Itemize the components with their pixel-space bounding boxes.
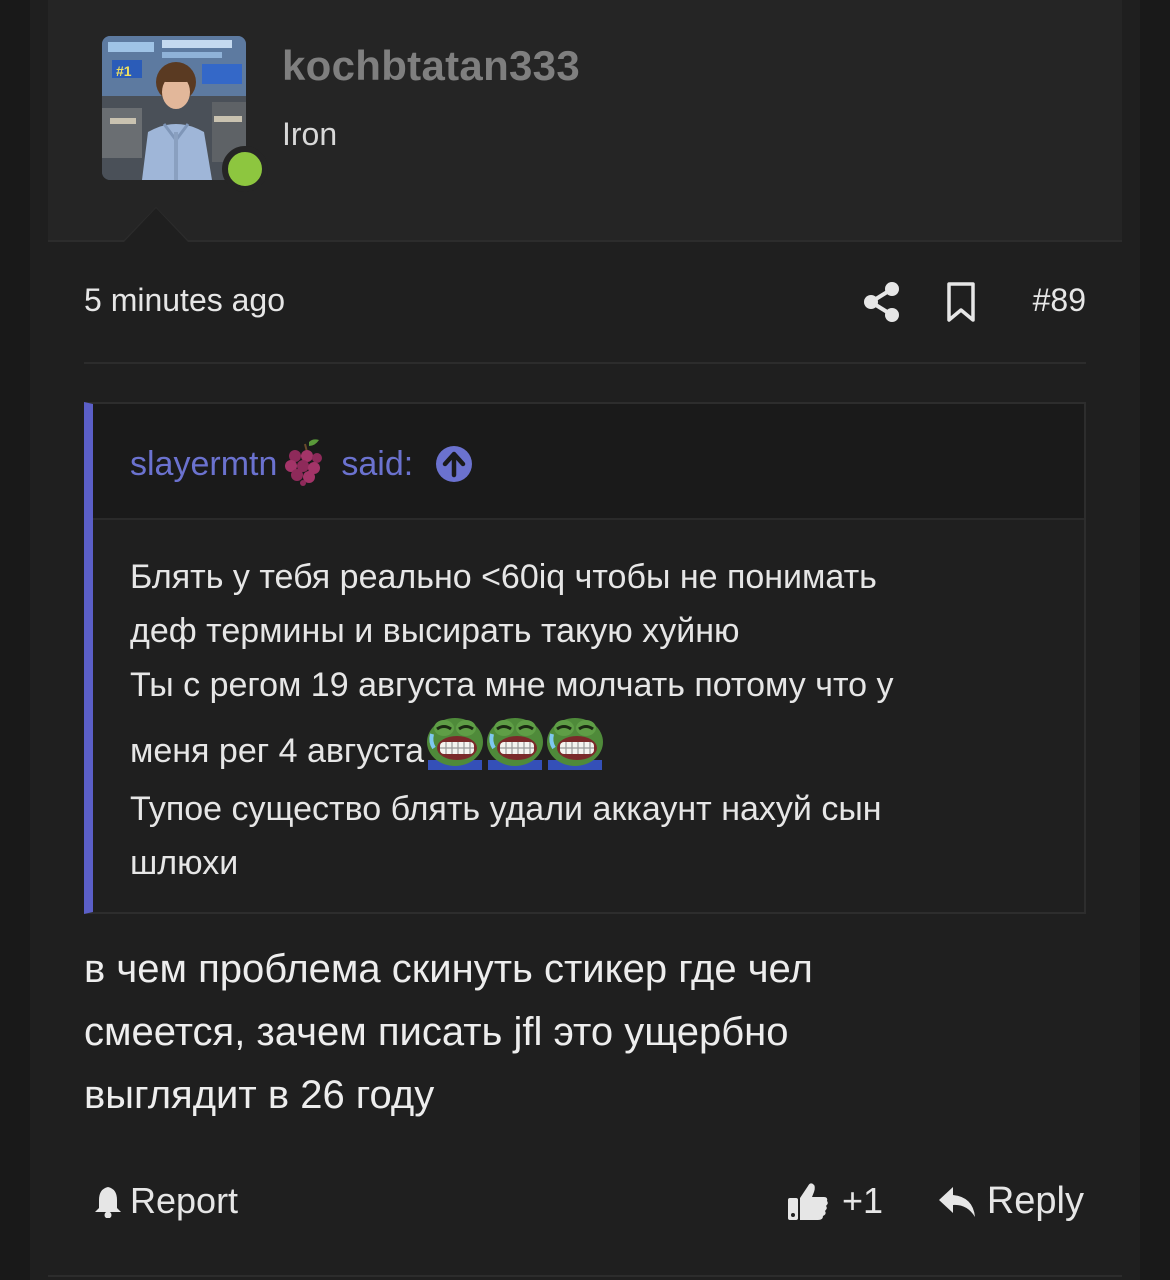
like-button[interactable]: +1 (786, 1180, 883, 1222)
quote-line: деф термины и высирать такую хуйню (130, 612, 740, 650)
quote-line: Ты с регом 19 августа мне молчать потому… (130, 666, 894, 704)
post-timestamp[interactable]: 5 minutes ago (84, 282, 285, 319)
quote-block: slayermtn said: Блять у тебя реально <60… (84, 402, 1086, 914)
like-count: +1 (842, 1180, 884, 1221)
report-button[interactable]: Report (92, 1180, 238, 1222)
arrow-up-circle-icon[interactable] (435, 445, 473, 483)
post-number-link[interactable]: #89 (1033, 282, 1086, 319)
report-label: Report (130, 1180, 239, 1221)
bell-icon (95, 1187, 121, 1218)
reply-label: Reply (986, 1180, 1084, 1222)
bookmark-icon[interactable] (946, 282, 976, 322)
pepe-laugh-icon (427, 718, 484, 770)
pepe-laugh-icon (547, 718, 604, 770)
quote-attribution: slayermtn said: (130, 439, 473, 486)
post-message: в чем проблема скинуть стикер где чел см… (84, 938, 1086, 1127)
message-line: в чем проблема скинуть стикер где чел (84, 947, 813, 991)
online-status-indicator (222, 146, 268, 192)
user-title: Iron (282, 116, 338, 152)
emoji-group (424, 712, 604, 770)
divider (48, 1275, 1122, 1277)
quote-line: Блять у тебя реально <60iq чтобы не пони… (130, 558, 877, 596)
svg-text:#1: #1 (116, 63, 132, 79)
pepe-laugh-icon (487, 718, 544, 770)
page: #1 kochbtatan333 Iron 5 minutes ago #89 … (0, 0, 1170, 1280)
quote-author-name[interactable]: slayermtn (130, 445, 277, 484)
grapes-icon (285, 439, 323, 486)
divider (84, 362, 1086, 364)
quote-line: шлюхи (130, 844, 239, 882)
user-block: #1 kochbtatan333 Iron (48, 0, 1122, 242)
quote-line: Тупое существо блять удали аккаунт нахуй… (130, 790, 882, 828)
quote-text: Блять у тебя реально <60iq чтобы не пони… (130, 550, 1070, 890)
quote-line: меня рег 4 августа (130, 732, 425, 770)
user-block-pointer (124, 208, 188, 242)
username[interactable]: kochbtatan333 (282, 42, 580, 90)
quote-header: slayermtn said: (93, 404, 1084, 520)
message-line: выглядит в 26 году (84, 1073, 435, 1117)
message-line: смеется, зачем писать jfl это ущербно (84, 1010, 789, 1054)
post-actions: Report +1 Reply (84, 1176, 1086, 1226)
share-icon[interactable] (862, 280, 902, 324)
post-meta-row: 5 minutes ago #89 (84, 280, 1086, 324)
forum-post: #1 kochbtatan333 Iron 5 minutes ago #89 … (30, 0, 1140, 1280)
reply-icon (938, 1186, 975, 1217)
said-label: said: (341, 444, 414, 483)
reply-button[interactable]: Reply (937, 1180, 1084, 1223)
thumbs-up-icon (788, 1183, 828, 1220)
quote-line-with-emoji: меня рег 4 августа (130, 712, 1070, 782)
